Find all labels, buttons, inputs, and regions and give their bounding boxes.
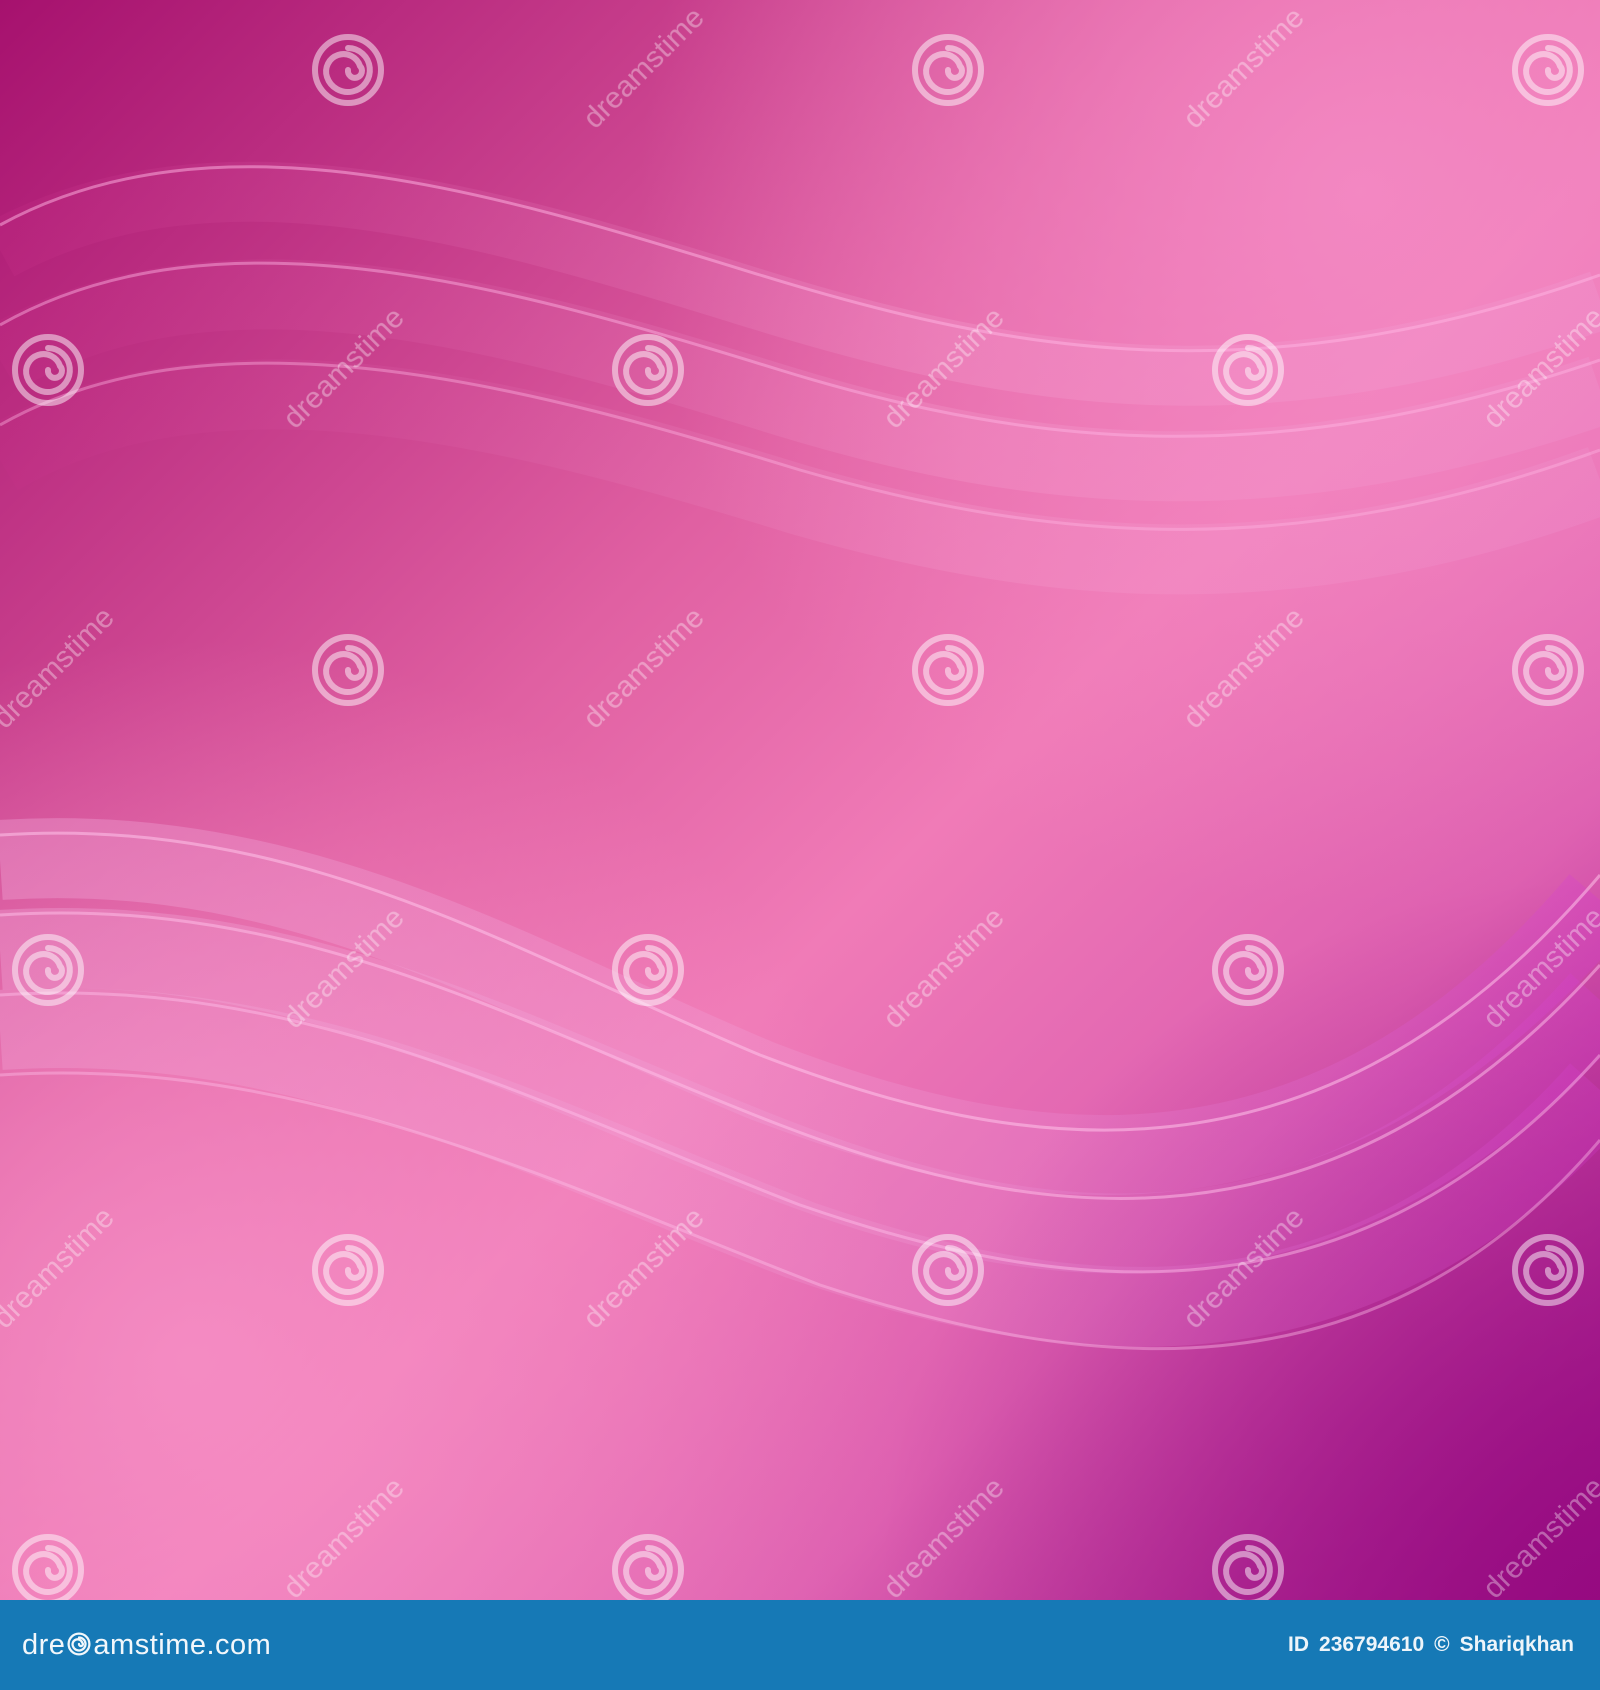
abstract-pink-wave-background: dreamstime dreamstime dreamstime dreamst… bbox=[0, 0, 1600, 1600]
brand-text-prefix: dre bbox=[22, 1628, 66, 1661]
stock-footer-bar: dre amstime.com ID 236794610 © Shariqkha… bbox=[0, 1600, 1600, 1690]
copyright-symbol: © bbox=[1434, 1633, 1450, 1656]
dreamstime-brand[interactable]: dre amstime.com bbox=[22, 1629, 271, 1662]
author-name[interactable]: Shariqkhan bbox=[1460, 1633, 1574, 1657]
brand-text-suffix: amstime.com bbox=[93, 1628, 272, 1661]
image-id: 236794610 bbox=[1319, 1633, 1425, 1656]
image-credit: ID 236794610 © Shariqkhan bbox=[1288, 1633, 1574, 1657]
id-label: ID bbox=[1288, 1633, 1310, 1656]
spiral-icon bbox=[67, 1632, 91, 1656]
